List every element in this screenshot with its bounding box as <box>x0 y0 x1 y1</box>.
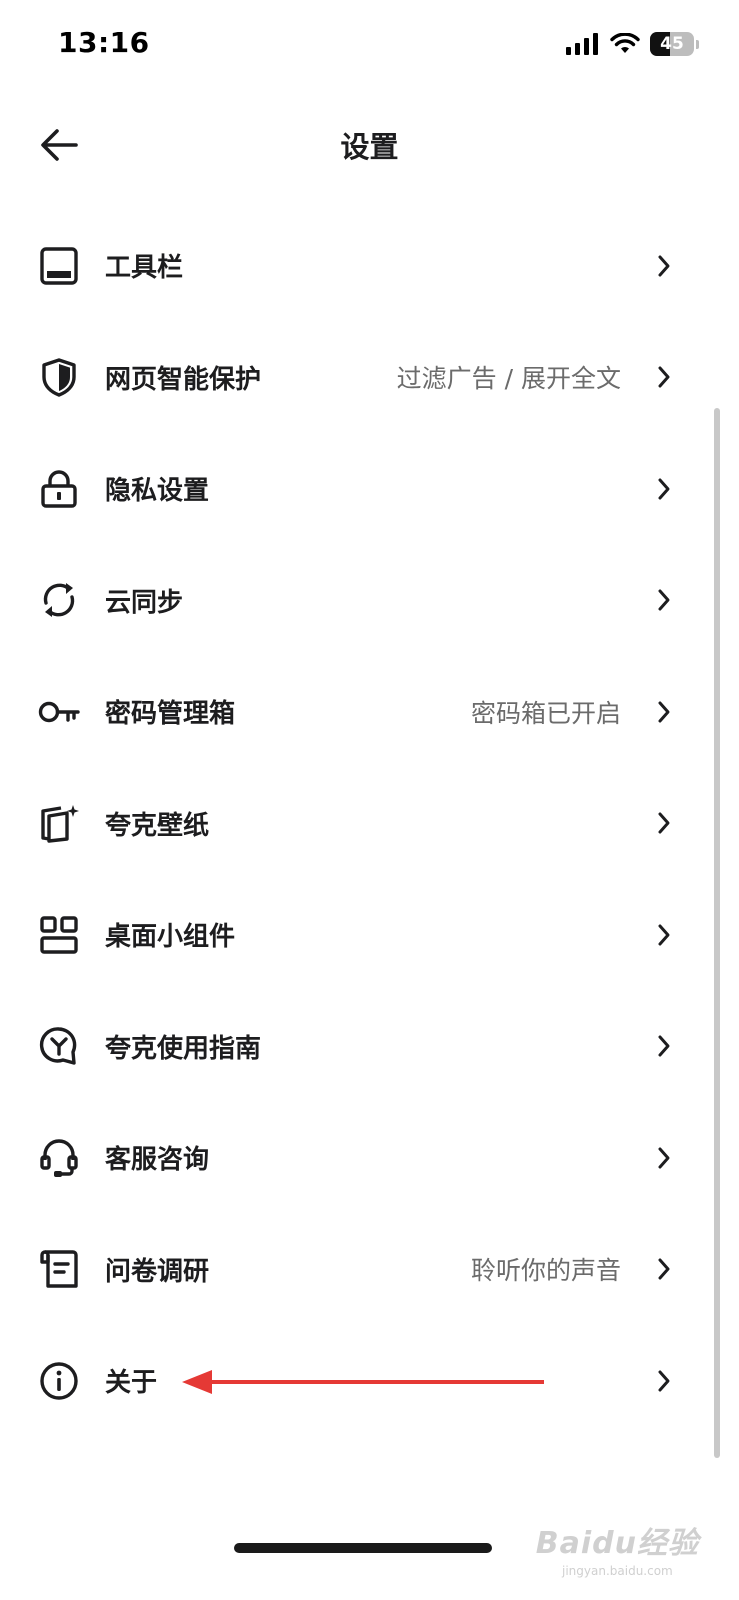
setting-label: 密码管理箱 <box>105 699 236 730</box>
setting-label: 问卷调研 <box>105 1256 210 1287</box>
chevron-right-icon <box>655 1145 673 1171</box>
setting-row-cloud-sync[interactable]: 云同步 <box>0 545 739 657</box>
lock-icon <box>38 468 80 510</box>
watermark-logo: Baidu经验 jingyan.baidu.com <box>536 1518 699 1578</box>
chevron-right-icon <box>655 922 673 948</box>
setting-label: 云同步 <box>105 587 184 618</box>
setting-label: 夸克使用指南 <box>105 1033 262 1064</box>
chevron-right-icon <box>655 587 673 613</box>
status-bar: 13:16 45 <box>0 0 739 92</box>
headset-icon <box>38 1137 80 1179</box>
setting-label: 桌面小组件 <box>105 922 236 953</box>
setting-value: 聆听你的声音 <box>470 1256 621 1286</box>
watermark-sub: jingyan.baidu.com <box>562 1564 673 1578</box>
info-icon <box>38 1360 80 1402</box>
wifi-icon <box>610 33 640 53</box>
cellular-signal-icon <box>566 33 598 55</box>
scrollbar[interactable] <box>714 408 720 1458</box>
setting-row-customer-service[interactable]: 客服咨询 <box>0 1102 739 1214</box>
setting-label: 工具栏 <box>105 253 184 284</box>
status-time: 13:16 <box>58 26 150 59</box>
setting-row-privacy[interactable]: 隐私设置 <box>0 433 739 545</box>
chevron-right-icon <box>655 476 673 502</box>
chevron-right-icon <box>655 1368 673 1394</box>
setting-row-desktop-widget[interactable]: 桌面小组件 <box>0 879 739 991</box>
watermark-main: Baidu经验 <box>535 1526 699 1561</box>
shield-icon <box>38 356 80 398</box>
page-title: 设置 <box>340 130 399 164</box>
guide-icon <box>38 1025 80 1067</box>
chevron-right-icon <box>655 810 673 836</box>
chevron-right-icon <box>655 1256 673 1282</box>
wallpaper-icon <box>38 802 80 844</box>
chevron-right-icon <box>655 699 673 725</box>
widget-icon <box>38 914 80 956</box>
setting-label: 关于 <box>105 1368 158 1399</box>
battery-level-text: 45 <box>660 34 684 54</box>
chevron-right-icon <box>655 1033 673 1059</box>
chevron-right-icon <box>655 364 673 390</box>
settings-list: 工具栏 网页智能保护 过滤广告 / 展开全文 隐私设置 云同步 密码管理箱 密码… <box>0 210 739 1437</box>
setting-label: 网页智能保护 <box>105 364 262 395</box>
setting-row-toolbar[interactable]: 工具栏 <box>0 210 739 322</box>
setting-value: 密码箱已开启 <box>470 698 621 728</box>
setting-label: 夸克壁纸 <box>105 810 210 841</box>
sync-icon <box>38 579 80 621</box>
annotation-arrow-icon <box>182 1370 544 1394</box>
setting-row-survey[interactable]: 问卷调研 聆听你的声音 <box>0 1214 739 1326</box>
setting-row-web-protection[interactable]: 网页智能保护 过滤广告 / 展开全文 <box>0 322 739 434</box>
battery-cap <box>696 39 699 49</box>
home-indicator[interactable] <box>234 1543 492 1553</box>
setting-value: 过滤广告 / 展开全文 <box>396 364 621 394</box>
battery-indicator: 45 <box>650 32 694 56</box>
survey-icon <box>38 1248 80 1290</box>
status-icons: 45 <box>566 32 699 56</box>
setting-label: 隐私设置 <box>105 476 210 507</box>
setting-row-password-manager[interactable]: 密码管理箱 密码箱已开启 <box>0 656 739 768</box>
setting-row-wallpaper[interactable]: 夸克壁纸 <box>0 768 739 880</box>
key-icon <box>38 691 80 733</box>
chevron-right-icon <box>655 253 673 279</box>
setting-label: 客服咨询 <box>105 1145 210 1176</box>
setting-row-user-guide[interactable]: 夸克使用指南 <box>0 991 739 1103</box>
toolbar-icon <box>38 245 80 287</box>
header: 设置 <box>0 100 739 190</box>
